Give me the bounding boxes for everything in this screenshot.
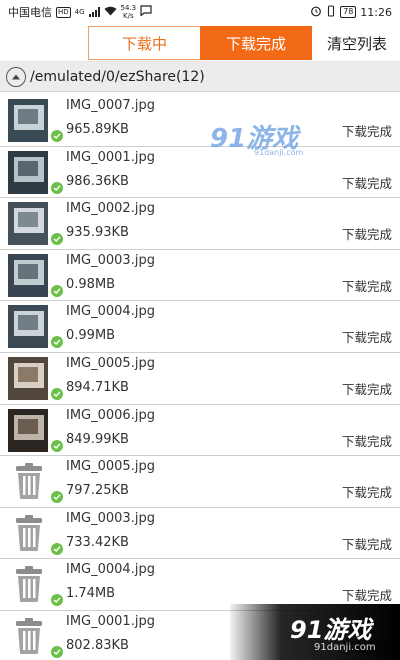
trash-icon[interactable] [14,565,44,603]
check-icon [51,284,63,297]
file-name: IMG_0006.jpg [66,407,155,423]
network-type: 4G [74,8,85,16]
check-icon [51,645,63,658]
file-size: 849.99KB [66,431,129,447]
file-list: IMG_0007.jpg 965.89KB 下载完成 IMG_0001.jpg … [0,95,400,660]
image-thumbnail[interactable] [8,202,48,246]
watermark-site: 91danji.com [254,148,304,157]
download-status: 下载完成 [341,381,392,397]
file-name: IMG_0003.jpg [66,510,155,526]
trash-icon[interactable] [14,514,44,552]
image-thumbnail[interactable] [8,253,48,297]
file-name: IMG_0003.jpg [66,252,155,268]
file-row[interactable]: IMG_0006.jpg 849.99KB 下载完成 [0,404,400,457]
file-name: IMG_0005.jpg [66,355,155,371]
image-thumbnail[interactable] [8,99,48,142]
hd-badge: HD [56,6,71,18]
file-row[interactable]: IMG_0005.jpg 894.71KB 下载完成 [0,352,400,405]
clock: 11:26 [360,5,392,19]
corner-watermark: 91游戏 91danji.com [230,604,400,660]
download-status: 下载完成 [341,227,392,243]
watermark-logo: 91游戏 91danji.com [210,118,303,157]
file-row[interactable]: IMG_0004.jpg 0.99MB 下载完成 [0,301,400,353]
wifi-icon [104,6,117,19]
network-speed: 54.3 K/s [121,4,137,20]
alarm-icon [310,5,322,20]
file-row[interactable]: IMG_0003.jpg 0.98MB 下载完成 [0,249,400,302]
file-row[interactable]: IMG_0007.jpg 965.89KB 下载完成 [0,95,400,147]
trash-icon[interactable] [14,617,44,655]
file-name: IMG_0001.jpg [66,149,155,165]
signal-icon [88,7,100,17]
file-row[interactable]: IMG_0002.jpg 935.93KB 下载完成 [0,198,400,250]
clear-list-button[interactable]: 清空列表 [314,26,400,60]
file-size: 797.25KB [66,483,129,499]
check-icon [51,439,63,452]
image-thumbnail[interactable] [8,408,48,452]
image-thumbnail[interactable] [8,356,48,400]
download-status: 下载完成 [341,330,392,346]
file-size: 965.89KB [66,122,129,137]
path-bar: /emulated/0/ezShare(12) [0,62,400,92]
check-icon [51,387,63,400]
download-status: 下载完成 [341,588,392,604]
download-status: 下载完成 [341,433,392,449]
download-status: 下载完成 [341,485,392,501]
file-row[interactable]: IMG_0005.jpg 797.25KB 下载完成 [0,456,400,508]
vibrate-icon [326,4,336,20]
file-name: IMG_0004.jpg [66,304,155,320]
file-size: 0.98MB [66,276,116,292]
corner-watermark-site: 91danji.com [314,642,376,653]
check-icon [51,130,63,142]
status-left: 中国电信 HD 4G 54.3 K/s [8,4,152,20]
file-size: 1.74MB [66,586,116,602]
carrier-label: 中国电信 [8,6,52,19]
file-row[interactable]: IMG_0003.jpg 733.42KB 下载完成 [0,507,400,560]
download-status: 下载完成 [341,175,392,191]
file-size: 0.99MB [66,328,116,344]
file-size: 802.83KB [66,637,129,653]
speed-value: 54.3 [120,4,137,12]
download-status: 下载完成 [341,278,392,294]
file-name: IMG_0001.jpg [66,613,155,629]
file-name: IMG_0004.jpg [66,562,155,578]
download-status: 下载完成 [341,124,392,139]
file-name: IMG_0002.jpg [66,201,155,217]
file-name: IMG_0005.jpg [66,459,155,475]
current-path: /emulated/0/ezShare(12) [30,68,205,85]
check-icon [51,336,63,349]
check-icon [51,181,63,194]
status-bar: 中国电信 HD 4G 54.3 K/s 78 11:26 [0,0,400,24]
speed-unit: K/s [123,12,134,20]
check-icon [51,542,63,555]
file-name: IMG_0007.jpg [66,98,155,113]
tab-bar: 下载中 下载完成 清空列表 [0,24,400,62]
check-icon [51,233,63,246]
image-thumbnail[interactable] [8,150,48,194]
check-icon [51,491,63,504]
folder-up-icon[interactable] [6,66,26,87]
message-icon [140,5,152,19]
file-size: 935.93KB [66,225,129,241]
tab-downloading[interactable]: 下载中 [88,26,200,60]
file-row[interactable]: IMG_0001.jpg 986.36KB 下载完成 [0,146,400,199]
image-thumbnail[interactable] [8,305,48,349]
corner-watermark-logo: 91游戏 [290,616,372,644]
status-right: 78 11:26 [310,4,392,20]
file-size: 894.71KB [66,379,129,395]
file-size: 986.36KB [66,173,129,189]
file-size: 733.42KB [66,534,129,550]
tab-download-complete[interactable]: 下载完成 [200,26,312,60]
download-status: 下载完成 [341,536,392,552]
battery-icon: 78 [340,6,357,18]
check-icon [51,594,63,607]
trash-icon[interactable] [14,462,44,500]
